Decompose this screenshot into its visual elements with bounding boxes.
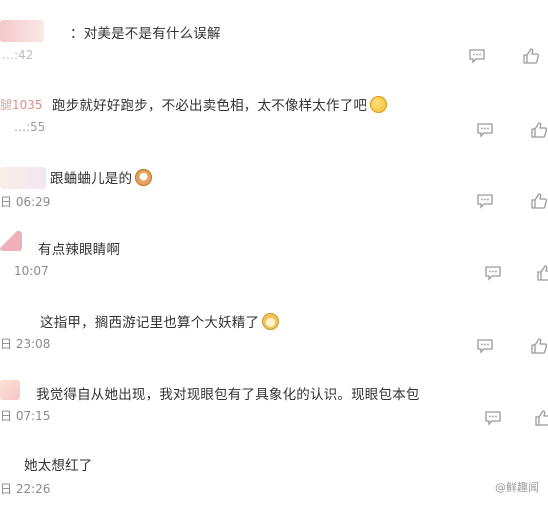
comment-text: 跟蛐蛐儿是的	[50, 167, 153, 187]
comment-icon[interactable]	[468, 48, 486, 64]
username-fragment: 腿1035	[0, 98, 43, 112]
comment-time: 日 23:08	[0, 337, 51, 351]
comment-time: …:42	[2, 48, 34, 62]
comment-time: 日 22:26	[0, 482, 51, 496]
comment-text-value: 我觉得自从她出现，我对现眼包有了具象化的认识。现眼包本包	[36, 387, 420, 403]
comment-time: 10:07	[14, 264, 49, 278]
comment-icon[interactable]	[476, 338, 494, 354]
watermark: @鲜趣闻	[492, 478, 542, 496]
comment-item: 有点辣眼睛啊 10:07	[0, 225, 548, 295]
comment-item: ：对美是不是有什么误解 …:42	[0, 0, 548, 80]
comment-text: 我觉得自从她出现，我对现眼包有了具象化的认识。现眼包本包	[36, 383, 420, 403]
comment-icon[interactable]	[476, 193, 494, 209]
thumbs-up-icon[interactable]	[534, 410, 548, 426]
cat-face-emoji-icon	[135, 169, 153, 186]
comment-item: 跟蛐蛐儿是的 日 06:29	[0, 155, 548, 225]
blurred-username	[0, 380, 20, 400]
comment-time: …:55	[14, 120, 46, 134]
comment-icon[interactable]	[476, 122, 494, 138]
comment-text: ：对美是不是有什么误解	[70, 22, 221, 42]
comment-text-value: 跟蛐蛐儿是的	[50, 171, 133, 187]
comment-item: 她太想红了 日 22:26	[0, 440, 548, 510]
comment-text: 跑步就好好跑步，不必出卖色相，太不像样太作了吧	[52, 94, 388, 114]
comment-icon[interactable]	[484, 410, 502, 426]
username-fragment-value: 1035	[12, 98, 43, 112]
thumbs-up-icon[interactable]	[522, 48, 540, 64]
comment-text-value: 有点辣眼睛啊	[38, 242, 121, 258]
comment-item: 这指甲，搁西游记里也算个大妖精了 日 23:08	[0, 295, 548, 370]
comment-text: 有点辣眼睛啊	[38, 238, 120, 258]
comment-text-value: 这指甲，搁西游记里也算个大妖精了	[40, 315, 260, 331]
laughing-emoji-icon	[370, 96, 388, 113]
comment-time: 日 06:29	[0, 195, 51, 209]
thumbs-up-icon[interactable]	[530, 122, 548, 138]
comment-text-value: 她太想红了	[24, 458, 93, 474]
blurred-username	[0, 20, 44, 42]
blurred-username	[0, 167, 46, 189]
thumbs-up-icon[interactable]	[536, 265, 548, 281]
comment-text-value: 跑步就好好跑步，不必出卖色相，太不像样太作了吧	[52, 98, 368, 114]
comment-item: 我觉得自从她出现，我对现眼包有了具象化的认识。现眼包本包 日 07:15	[0, 370, 548, 440]
comment-icon[interactable]	[484, 265, 502, 281]
thumbs-up-icon[interactable]	[530, 193, 548, 209]
comment-text: 这指甲，搁西游记里也算个大妖精了	[40, 311, 280, 331]
comment-text-value: ：对美是不是有什么误解	[70, 26, 221, 42]
dog-face-emoji-icon	[262, 313, 280, 330]
comment-item: 腿1035 跑步就好好跑步，不必出卖色相，太不像样太作了吧 …:55	[0, 80, 548, 155]
comment-time: 日 07:15	[0, 409, 51, 423]
thumbs-up-icon[interactable]	[530, 338, 548, 354]
blurred-username	[0, 231, 22, 251]
comment-text: 她太想红了	[24, 454, 93, 474]
